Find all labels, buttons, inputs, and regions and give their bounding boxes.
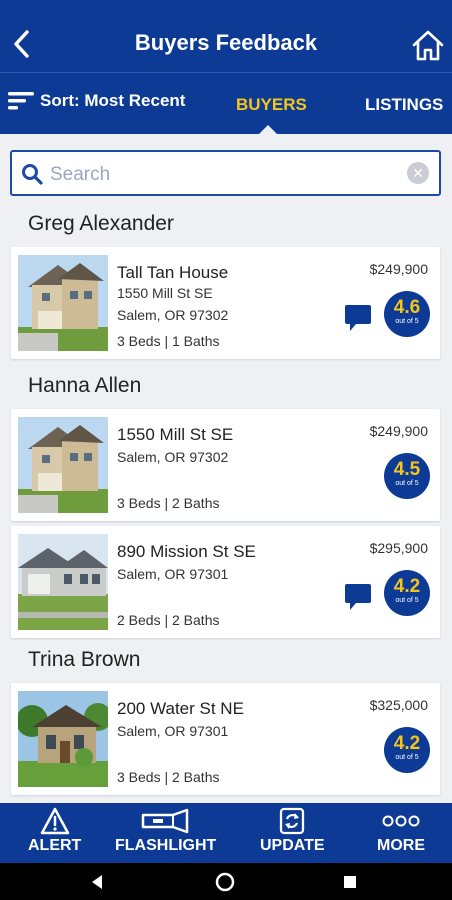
active-tab-indicator xyxy=(258,125,278,135)
listing-price: $325,000 xyxy=(369,697,428,713)
update-icon xyxy=(280,807,305,835)
system-back-icon[interactable] xyxy=(90,874,104,890)
rating-scale: out of 5 xyxy=(395,754,419,761)
beds-baths: 3 Beds | 1 Baths xyxy=(117,333,220,349)
listing-price: $249,900 xyxy=(369,261,428,277)
flashlight-icon xyxy=(141,808,188,834)
rating-badge: 4.2 out of 5 xyxy=(384,727,430,773)
system-home-icon[interactable] xyxy=(214,871,236,893)
listing-city: Salem, OR 97301 xyxy=(117,723,229,739)
rating-value: 4.5 xyxy=(393,459,421,480)
more-button[interactable]: MORE xyxy=(377,807,425,855)
rating-value: 4.6 xyxy=(393,297,421,318)
sort-label: Sort: Most Recent xyxy=(40,91,186,110)
beds-baths: 3 Beds | 2 Baths xyxy=(117,769,220,785)
rating-badge: 4.2 out of 5 xyxy=(384,570,430,616)
beds-baths: 2 Beds | 2 Baths xyxy=(117,612,220,628)
update-label: UPDATE xyxy=(260,837,325,854)
close-icon: ✕ xyxy=(412,165,424,181)
clear-search-button[interactable]: ✕ xyxy=(407,162,429,184)
alert-label: ALERT xyxy=(28,837,82,854)
tab-buyers[interactable]: BUYERS xyxy=(236,95,307,115)
app-header: Buyers Feedback xyxy=(0,0,452,72)
comment-button[interactable] xyxy=(344,582,372,617)
listing-card[interactable]: 200 Water St NE Salem, OR 97301 3 Beds |… xyxy=(11,683,440,795)
system-recents-icon[interactable] xyxy=(343,875,357,889)
house-photo xyxy=(18,534,108,630)
house-photo xyxy=(18,417,108,513)
listing-street: 890 Mission St SE xyxy=(117,542,256,561)
listing-street: 1550 Mill St SE xyxy=(117,425,234,444)
search-icon xyxy=(22,164,43,185)
listing-card[interactable]: Tall Tan House 1550 Mill St SE Salem, OR… xyxy=(11,247,440,359)
listing-price: $295,900 xyxy=(369,540,428,556)
listing-city: Salem, OR 97302 xyxy=(117,307,229,323)
listing-card[interactable]: 1550 Mill St SE Salem, OR 97302 3 Beds |… xyxy=(11,409,440,521)
listing-city: Salem, OR 97301 xyxy=(117,566,229,582)
home-icon xyxy=(412,30,444,61)
comment-button[interactable] xyxy=(344,303,372,338)
search-placeholder: Search xyxy=(50,164,111,185)
chat-bubble-icon xyxy=(345,305,371,331)
listing-city: Salem, OR 97302 xyxy=(117,449,229,465)
house-photo xyxy=(18,691,108,787)
rating-scale: out of 5 xyxy=(395,318,419,325)
listing-title: Tall Tan House xyxy=(117,263,229,282)
house-photo xyxy=(18,255,108,351)
listing-street: 200 Water St NE xyxy=(117,699,244,718)
buyer-name: Trina Brown xyxy=(28,648,141,671)
listing-card[interactable]: 890 Mission St SE Salem, OR 97301 2 Beds… xyxy=(11,526,440,638)
chat-bubble-icon xyxy=(345,584,371,610)
sort-icon xyxy=(8,92,34,110)
update-button[interactable]: UPDATE xyxy=(260,807,325,855)
system-nav-bar xyxy=(0,863,452,900)
flashlight-button[interactable]: FLASHLIGHT xyxy=(115,807,216,855)
sort-tab-bar: Sort: Most Recent BUYERS LISTINGS xyxy=(0,72,452,135)
listing-price: $249,900 xyxy=(369,423,428,439)
rating-value: 4.2 xyxy=(393,576,421,597)
search-input[interactable]: Search ✕ xyxy=(10,150,441,196)
alert-button[interactable]: ALERT xyxy=(28,807,81,855)
buyer-name: Hanna Allen xyxy=(28,374,142,397)
rating-badge: 4.6 out of 5 xyxy=(384,291,430,337)
flashlight-label: FLASHLIGHT xyxy=(115,837,217,854)
tab-listings[interactable]: LISTINGS xyxy=(365,95,443,115)
rating-scale: out of 5 xyxy=(395,480,419,487)
sort-button[interactable]: Sort: Most Recent xyxy=(8,91,185,111)
bottom-nav: ALERT FLASHLIGHT UPDATE MORE xyxy=(0,803,452,863)
buyer-name: Greg Alexander xyxy=(28,212,174,235)
more-icon xyxy=(382,815,420,827)
home-button[interactable] xyxy=(408,24,448,66)
beds-baths: 3 Beds | 2 Baths xyxy=(117,495,220,511)
more-label: MORE xyxy=(377,837,425,854)
rating-value: 4.2 xyxy=(393,733,421,754)
listing-street: 1550 Mill St SE xyxy=(117,285,213,301)
alert-icon xyxy=(40,807,69,835)
rating-badge: 4.5 out of 5 xyxy=(384,453,430,499)
page-title: Buyers Feedback xyxy=(134,30,318,55)
rating-scale: out of 5 xyxy=(395,597,419,604)
